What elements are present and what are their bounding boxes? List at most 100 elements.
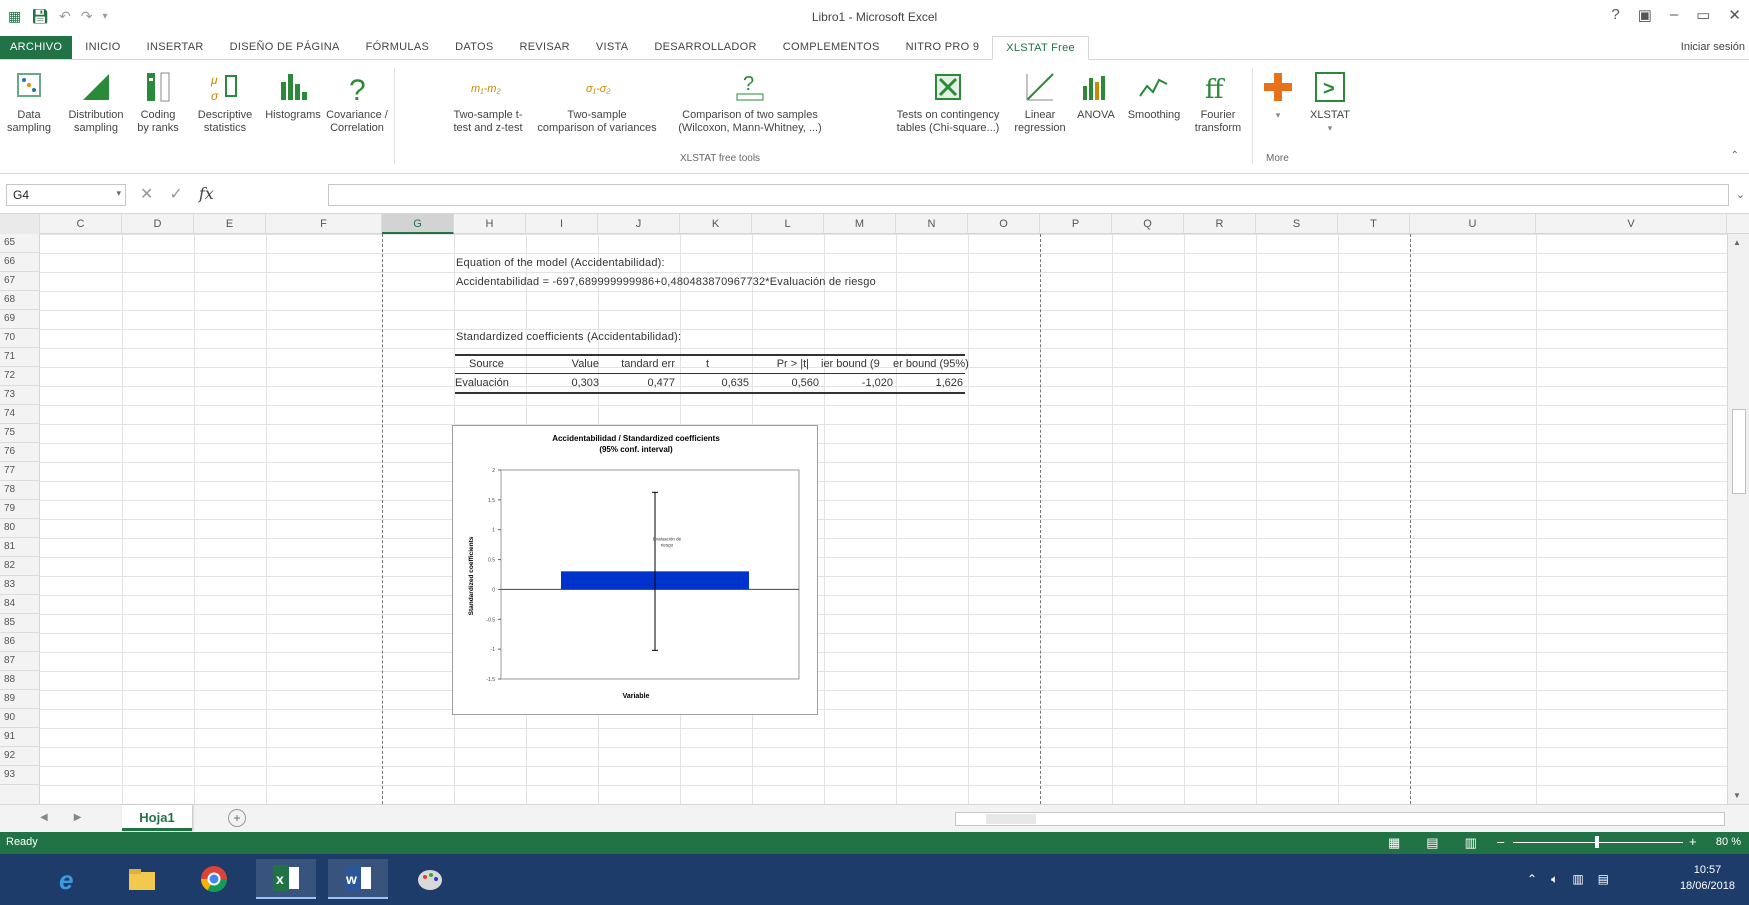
table-cell[interactable]: 1,626 xyxy=(891,377,963,389)
fourier-transform-button[interactable]: ff Fourier transform xyxy=(1188,70,1248,135)
column-header[interactable]: K xyxy=(680,214,752,234)
comparison-two-samples-button[interactable]: ? Comparison of two samples (Wilcoxon, Ma… xyxy=(670,70,830,135)
row-header[interactable]: 85 xyxy=(0,614,39,633)
keyboard-icon[interactable]: ▤ xyxy=(1598,872,1609,887)
row-header[interactable]: 69 xyxy=(0,310,39,329)
row-header[interactable]: 89 xyxy=(0,690,39,709)
two-sample-t-test-button[interactable]: m₁-m₂ Two-sample t-test and z-test xyxy=(452,70,524,135)
table-cell[interactable]: -1,020 xyxy=(821,377,893,389)
row-header[interactable]: 77 xyxy=(0,462,39,481)
tray-arrow-icon[interactable]: ⌃ xyxy=(1527,872,1537,887)
formula-input[interactable] xyxy=(328,184,1729,206)
sheet-tab-hoja1[interactable]: Hoja1 xyxy=(122,805,192,831)
taskbar-clock[interactable]: 10:57 18/06/2018 xyxy=(1680,862,1735,894)
name-box[interactable]: G4 ▾ xyxy=(6,184,126,206)
linear-regression-button[interactable]: Linear regression xyxy=(1010,70,1070,135)
column-header[interactable]: C xyxy=(40,214,122,234)
vertical-scrollbar[interactable]: ▲ ▼ xyxy=(1727,234,1749,804)
row-header[interactable]: 75 xyxy=(0,424,39,443)
row-header[interactable]: 90 xyxy=(0,709,39,728)
xlstat-button[interactable]: > XLSTAT ▾ xyxy=(1306,70,1354,135)
zoom-in-icon[interactable]: + xyxy=(1689,834,1697,849)
scroll-thumb[interactable] xyxy=(1732,409,1746,494)
maximize-button[interactable]: ▭ xyxy=(1696,6,1710,24)
column-header[interactable]: V xyxy=(1536,214,1727,234)
column-header[interactable]: N xyxy=(896,214,968,234)
covariance-correlation-button[interactable]: ? Covariance / Correlation xyxy=(326,70,388,135)
hscroll-thumb[interactable] xyxy=(986,814,1036,824)
zoom-slider[interactable]: – + xyxy=(1495,832,1705,854)
column-header[interactable]: I xyxy=(526,214,598,234)
row-header[interactable]: 91 xyxy=(0,728,39,747)
row-header[interactable]: 71 xyxy=(0,348,39,367)
row-header[interactable]: 72 xyxy=(0,367,39,386)
explorer-icon[interactable] xyxy=(112,859,172,899)
column-header[interactable]: D xyxy=(122,214,194,234)
row-header[interactable]: 82 xyxy=(0,557,39,576)
tab-inicio[interactable]: INICIO xyxy=(72,36,133,59)
prev-sheet-icon[interactable]: ◀ xyxy=(40,812,48,823)
smoothing-button[interactable]: Smoothing xyxy=(1122,70,1186,122)
column-header[interactable]: U xyxy=(1410,214,1536,234)
chrome-icon[interactable] xyxy=(184,859,244,899)
row-header[interactable]: 73 xyxy=(0,386,39,405)
expand-formula-bar-icon[interactable]: ⌄ xyxy=(1736,188,1745,201)
histograms-button[interactable]: Histograms xyxy=(262,70,324,122)
network-icon[interactable]: ▥ xyxy=(1572,872,1583,887)
ie-icon[interactable]: e xyxy=(40,859,100,899)
cancel-icon[interactable]: ✕ xyxy=(140,184,153,204)
column-header[interactable]: M xyxy=(824,214,896,234)
more-button[interactable]: ▾ xyxy=(1254,70,1302,122)
tab-archivo[interactable]: ARCHIVO xyxy=(0,36,73,59)
row-header[interactable]: 66 xyxy=(0,253,39,272)
column-header[interactable]: L xyxy=(752,214,824,234)
table-cell[interactable]: 0,477 xyxy=(603,377,675,389)
column-header[interactable]: J xyxy=(598,214,680,234)
scroll-down-icon[interactable]: ▼ xyxy=(1733,791,1741,800)
paint-icon[interactable] xyxy=(400,859,460,899)
tab-diseno-de-pagina[interactable]: DISEÑO DE PÁGINA xyxy=(217,36,353,59)
ribbon-display-button[interactable]: ▣ xyxy=(1638,6,1652,24)
row-header[interactable]: 93 xyxy=(0,766,39,785)
anova-button[interactable]: ANOVA xyxy=(1072,70,1120,122)
row-header[interactable]: 79 xyxy=(0,500,39,519)
zoom-percent[interactable]: 80 % xyxy=(1716,836,1741,848)
equation-title-cell[interactable]: Equation of the model (Accidentabilidad)… xyxy=(456,257,665,269)
descriptive-statistics-button[interactable]: μσ Descriptive statistics xyxy=(191,70,259,135)
add-sheet-button[interactable]: + xyxy=(228,809,246,827)
table-cell[interactable]: Evaluación xyxy=(455,377,525,389)
table-cell[interactable]: 0,560 xyxy=(747,377,819,389)
next-sheet-icon[interactable]: ▶ xyxy=(74,812,82,823)
collapse-ribbon-icon[interactable]: ⌃ xyxy=(1731,150,1739,161)
distribution-sampling-button[interactable]: Distribution sampling xyxy=(62,70,130,135)
row-header[interactable]: 81 xyxy=(0,538,39,557)
data-sampling-button[interactable]: Data sampling xyxy=(4,70,54,135)
row-header[interactable]: 65 xyxy=(0,234,39,253)
equation-cell[interactable]: Accidentabilidad = -697,689999999986+0,4… xyxy=(456,276,876,288)
column-header[interactable]: T xyxy=(1338,214,1410,234)
column-header[interactable]: S xyxy=(1256,214,1338,234)
column-header[interactable]: P xyxy=(1040,214,1112,234)
column-header[interactable]: H xyxy=(454,214,526,234)
std-coef-title-cell[interactable]: Standardized coefficients (Accidentabili… xyxy=(456,331,681,343)
coding-by-ranks-button[interactable]: Coding by ranks xyxy=(133,70,183,135)
row-header[interactable]: 80 xyxy=(0,519,39,538)
scroll-up-icon[interactable]: ▲ xyxy=(1733,238,1741,247)
row-header[interactable]: 92 xyxy=(0,747,39,766)
word-icon[interactable]: w xyxy=(328,859,388,899)
tab-revisar[interactable]: REVISAR xyxy=(507,36,583,59)
row-header[interactable]: 70 xyxy=(0,329,39,348)
table-cell[interactable]: 0,635 xyxy=(677,377,749,389)
excel-icon[interactable]: x xyxy=(256,859,316,899)
row-header[interactable]: 87 xyxy=(0,652,39,671)
insert-function-button[interactable]: fx xyxy=(199,184,214,204)
minimize-button[interactable]: – xyxy=(1670,6,1678,24)
row-header[interactable]: 67 xyxy=(0,272,39,291)
name-box-dropdown-icon[interactable]: ▾ xyxy=(116,188,121,199)
tab-xlstat-free[interactable]: XLSTAT Free xyxy=(992,36,1089,60)
column-header[interactable]: E xyxy=(194,214,266,234)
enter-icon[interactable]: ✓ xyxy=(169,184,182,204)
tab-datos[interactable]: DATOS xyxy=(442,36,506,59)
select-all-button[interactable] xyxy=(0,214,40,234)
contingency-tables-button[interactable]: Tests on contingency tables (Chi-square..… xyxy=(888,70,1008,135)
